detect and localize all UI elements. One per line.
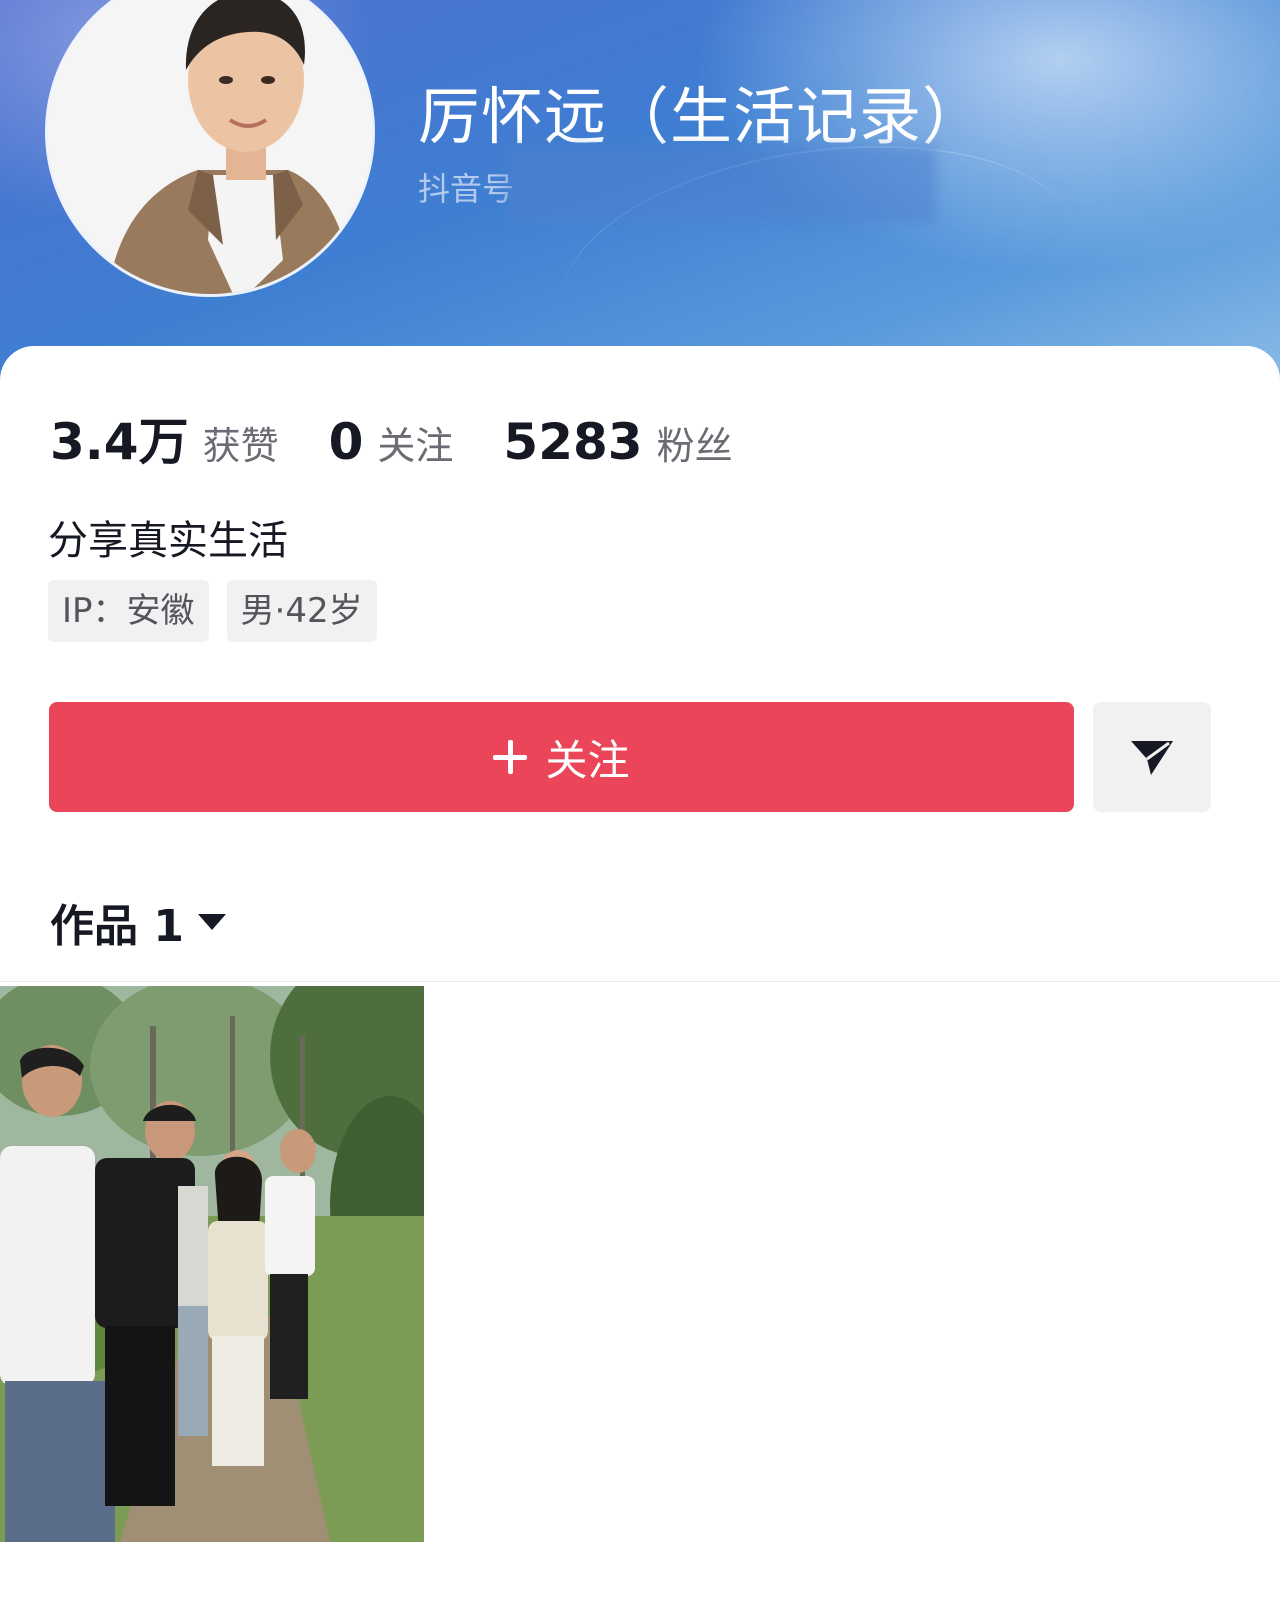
works-divider [0, 981, 1280, 982]
stat-followers[interactable]: 5283 粉丝 [503, 413, 732, 471]
avatar-photo [48, 0, 372, 294]
follow-button-label: 关注 [545, 735, 630, 785]
profile-page: 厉怀远（生活记录） 抖音号 3.4万 获赞 0 关注 5283 粉丝 分享真实生… [0, 0, 1280, 1598]
works-tab-label: 作品 1 [50, 901, 184, 952]
stat-likes-value: 3.4万 [50, 413, 189, 471]
stat-likes-label: 获赞 [202, 424, 279, 468]
profile-tags: IP：安徽 男·42岁 [48, 580, 395, 642]
send-icon [1131, 741, 1173, 775]
douyin-id-redaction [506, 146, 936, 224]
stat-likes[interactable]: 3.4万 获赞 [50, 402, 279, 474]
profile-header: 厉怀远（生活记录） 抖音号 [0, 0, 1280, 428]
profile-stats: 3.4万 获赞 0 关注 5283 粉丝 [50, 402, 783, 474]
douyin-id-label: 抖音号 [418, 170, 515, 208]
profile-card: 3.4万 获赞 0 关注 5283 粉丝 分享真实生活 IP：安徽 男·42岁 … [0, 346, 1280, 1598]
follow-button[interactable]: 关注 [49, 702, 1074, 812]
video-thumbnail-image [0, 986, 424, 1542]
stat-following-value: 0 [328, 413, 364, 471]
avatar[interactable] [48, 0, 372, 294]
video-thumbnail[interactable] [0, 986, 424, 1542]
ip-location-tag: IP：安徽 [48, 580, 209, 642]
stat-following[interactable]: 0 关注 [329, 413, 454, 471]
plus-icon [493, 740, 528, 774]
stat-following-label: 关注 [377, 424, 454, 468]
stat-followers-value: 5283 [503, 413, 643, 471]
gender-age-tag: 男·42岁 [226, 580, 377, 642]
caret-down-icon [197, 914, 226, 930]
send-message-button[interactable] [1093, 702, 1211, 812]
works-tab[interactable]: 作品 1 [50, 890, 226, 954]
profile-bio: 分享真实生活 [48, 518, 288, 564]
profile-nickname: 厉怀远（生活记录） [418, 80, 986, 153]
stat-followers-label: 粉丝 [656, 424, 733, 468]
